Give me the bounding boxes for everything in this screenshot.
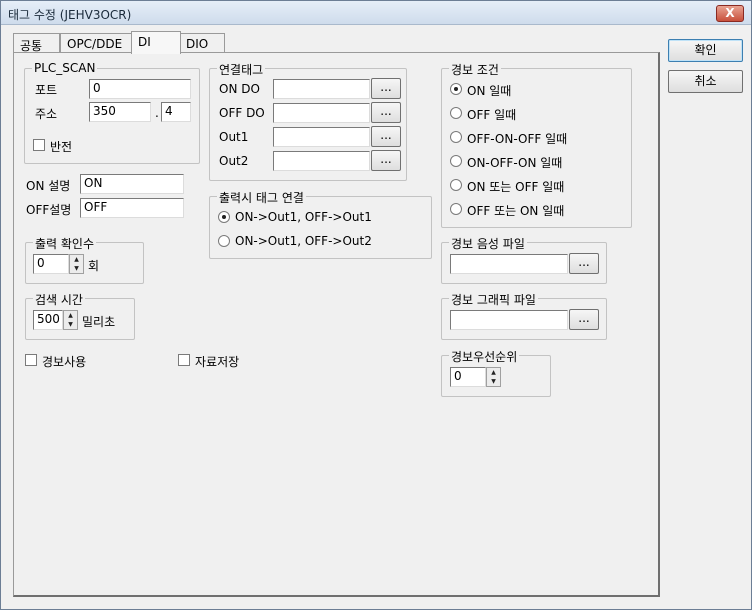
search-time-unit: 밀리초 [82,315,116,329]
search-time-input[interactable]: 500 [33,310,63,330]
alarm-graphic-input[interactable] [450,310,568,330]
alarm-cond-option-5: ON 또는 OFF 일때 [467,180,565,194]
cancel-button[interactable]: 취소 [668,70,743,93]
off-desc-input[interactable]: OFF [80,198,184,218]
output-link-group: 출력시 태그 연결 ON->Out1, OFF->Out1 ON->Out1, … [209,189,432,259]
spin-up-icon[interactable]: ▲ [70,255,83,264]
alarm-condition-group: 경보 조건 ON 일때 OFF 일때 OFF-ON-OFF 일때 ON-OFF-… [441,61,632,228]
alarm-cond-option-2: OFF 일때 [467,108,517,122]
alarm-cond-radio-6[interactable] [450,203,462,215]
alarm-graphic-legend: 경보 그래픽 파일 [449,291,538,308]
out2-label: Out2 [219,154,249,168]
alarm-cond-option-4: ON-OFF-ON 일때 [467,156,563,170]
address-label: 주소 [35,107,58,121]
alarm-cond-option-3: OFF-ON-OFF 일때 [467,132,568,146]
search-time-group: 검색 시간 500 ▲ ▼ 밀리초 [25,291,135,340]
out2-input[interactable] [273,151,370,171]
out1-input[interactable] [273,127,370,147]
search-time-legend: 검색 시간 [33,291,85,308]
alarm-cond-option-6: OFF 또는 ON 일때 [467,204,565,218]
alarm-cond-radio-1[interactable] [450,83,462,95]
data-save-label: 자료저장 [195,355,240,369]
tag-edit-dialog: 태그 수정 (JEHV3OCR) X 공통 OPC/DDE DI DIO PLC… [0,0,752,610]
linked-tags-group: 연결태그 ON DO ... OFF DO ... Out1 ... Out2 … [209,61,407,181]
alarm-use-checkbox[interactable] [25,354,37,366]
on-do-label: ON DO [219,82,260,96]
address-input[interactable]: 350 [89,102,151,122]
on-desc-input[interactable]: ON [80,174,184,194]
alarm-condition-legend: 경보 조건 [449,61,501,78]
output-confirm-unit: 회 [88,259,100,273]
spin-down-icon[interactable]: ▼ [487,377,500,386]
alarm-cond-radio-5[interactable] [450,179,462,191]
tab-panel-di: PLC_SCAN 포트 0 주소 350 . 4 반전 ON 설명 ON OFF… [13,52,660,597]
close-button[interactable]: X [716,5,744,22]
out1-browse-button[interactable]: ... [371,126,401,147]
alarm-graphic-group: 경보 그래픽 파일 ... [441,291,607,340]
output-link-radio-1[interactable] [218,211,230,223]
port-input[interactable]: 0 [89,79,191,99]
spin-up-icon[interactable]: ▲ [487,368,500,377]
plc-scan-group: PLC_SCAN 포트 0 주소 350 . 4 반전 [24,61,200,164]
spin-down-icon[interactable]: ▼ [70,264,83,273]
alarm-use-label: 경보사용 [42,355,87,369]
alarm-sound-input[interactable] [450,254,568,274]
out2-browse-button[interactable]: ... [371,150,401,171]
alarm-sound-group: 경보 음성 파일 ... [441,235,607,284]
invert-checkbox[interactable] [33,139,45,151]
alarm-graphic-browse-button[interactable]: ... [569,309,599,330]
alarm-cond-radio-3[interactable] [450,131,462,143]
plc-scan-legend: PLC_SCAN [32,61,98,75]
search-time-spinner[interactable]: ▲ ▼ [63,310,78,330]
spin-down-icon[interactable]: ▼ [64,320,77,329]
invert-label: 반전 [50,140,73,154]
window-title: 태그 수정 (JEHV3OCR) [8,8,132,22]
output-link-radio-2[interactable] [218,235,230,247]
tab-dio[interactable]: DIO [179,33,225,53]
out1-label: Out1 [219,130,249,144]
on-desc-label: ON 설명 [26,179,71,193]
alarm-cond-radio-4[interactable] [450,155,462,167]
alarm-cond-option-1: ON 일때 [467,84,512,98]
on-do-browse-button[interactable]: ... [371,78,401,99]
spin-up-icon[interactable]: ▲ [64,311,77,320]
output-confirm-legend: 출력 확인수 [33,235,97,252]
off-do-browse-button[interactable]: ... [371,102,401,123]
tab-opc-dde[interactable]: OPC/DDE [60,33,133,53]
ok-button[interactable]: 확인 [668,39,743,62]
linked-tags-legend: 연결태그 [217,61,266,78]
address-bit-input[interactable]: 4 [161,102,191,122]
port-label: 포트 [35,83,58,97]
output-link-option-1: ON->Out1, OFF->Out1 [235,210,372,224]
output-confirm-spinner[interactable]: ▲ ▼ [69,254,84,274]
alarm-priority-group: 경보우선순위 0 ▲ ▼ [441,348,551,397]
off-desc-label: OFF설명 [26,203,72,217]
output-confirm-input[interactable]: 0 [33,254,69,274]
off-do-label: OFF DO [219,106,265,120]
data-save-checkbox[interactable] [178,354,190,366]
tab-common[interactable]: 공통 [13,33,60,53]
alarm-priority-legend: 경보우선순위 [449,348,520,365]
alarm-sound-browse-button[interactable]: ... [569,253,599,274]
output-link-legend: 출력시 태그 연결 [217,189,306,206]
tab-di[interactable]: DI [131,31,181,54]
alarm-sound-legend: 경보 음성 파일 [449,235,527,252]
title-bar[interactable]: 태그 수정 (JEHV3OCR) X [1,1,751,25]
output-link-option-2: ON->Out1, OFF->Out2 [235,234,372,248]
alarm-cond-radio-2[interactable] [450,107,462,119]
address-separator: . [155,106,159,120]
on-do-input[interactable] [273,79,370,99]
output-confirm-group: 출력 확인수 0 ▲ ▼ 회 [25,235,144,284]
alarm-priority-spinner[interactable]: ▲ ▼ [486,367,501,387]
alarm-priority-input[interactable]: 0 [450,367,486,387]
off-do-input[interactable] [273,103,370,123]
